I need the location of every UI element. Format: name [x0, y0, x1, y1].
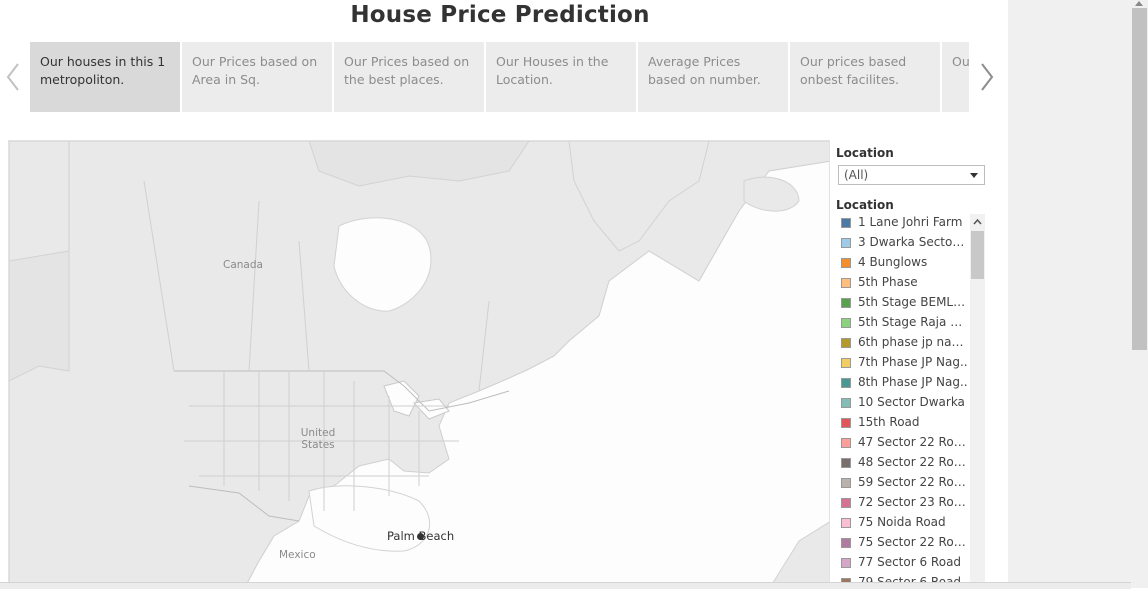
tab-label: Average Prices based on number.: [648, 54, 761, 87]
dashboard-title: House Price Prediction: [350, 2, 650, 28]
legend-item-label: 47 Sector 22 Road: [858, 435, 968, 449]
tab-label: Our Prices based on the best places.: [344, 54, 470, 87]
legend-swatch: [841, 338, 851, 348]
map-view[interactable]: Canada United States Mexico Palm Beach: [8, 140, 830, 588]
legend-swatch: [841, 498, 851, 508]
legend-item-label: 6th phase jp nagar: [858, 335, 968, 349]
legend-item-label: 75 Noida Road: [858, 515, 946, 529]
legend-swatch: [841, 538, 851, 548]
legend-item-label: 72 Sector 23 Road: [858, 495, 968, 509]
legend-item[interactable]: 4 Bunglows: [836, 254, 968, 274]
legend-item-label: 10 Sector Dwarka: [858, 395, 965, 409]
legend-swatch: [841, 558, 851, 568]
tab-label: Our Houses in the Location.: [496, 54, 609, 87]
legend-item-label: 3 Dwarka Sector ..: [858, 235, 968, 249]
legend-item-label: 4 Bunglows: [858, 255, 928, 269]
legend-item-label: 1 Lane Johri Farm: [858, 215, 963, 229]
legend-item[interactable]: 75 Sector 22 Road: [836, 534, 968, 554]
legend-list: 1 Lane Johri Farm 3 Dwarka Sector .. 4 Bun…: [836, 214, 968, 588]
tab-average-prices[interactable]: Average Prices based on number.: [638, 42, 788, 112]
legend-item-label: 77 Sector 6 Road: [858, 555, 962, 569]
legend-swatch: [841, 218, 851, 228]
legend-scroll-thumb[interactable]: [971, 231, 984, 279]
page-scroll-thumb[interactable]: [1132, 8, 1147, 350]
legend-swatch: [841, 418, 851, 428]
legend-swatch: [841, 298, 851, 308]
legend-item[interactable]: 77 Sector 6 Road: [836, 554, 968, 574]
legend-item[interactable]: 72 Sector 23 Road: [836, 494, 968, 514]
legend-swatch: [841, 518, 851, 528]
legend-swatch: [841, 438, 851, 448]
tab-label: Our prices based onbest facilites.: [800, 54, 907, 87]
legend-swatch: [841, 238, 851, 248]
legend-item[interactable]: 5th Stage Raja Ra..: [836, 314, 968, 334]
legend-item[interactable]: 6th phase jp nagar: [836, 334, 968, 354]
chevron-up-icon[interactable]: [1135, 1, 1143, 6]
legend-item[interactable]: 10 Sector Dwarka: [836, 394, 968, 414]
legend-item[interactable]: 5th Stage BEML L..: [836, 294, 968, 314]
tab-prices-area[interactable]: Our Prices based on Area in Sq.: [182, 42, 332, 112]
map-city-label: Palm Beach: [387, 529, 455, 543]
legend-item[interactable]: 48 Sector 22 Road: [836, 454, 968, 474]
page-scrollbar[interactable]: [1131, 0, 1148, 588]
chevron-right-icon[interactable]: [977, 60, 997, 94]
legend-item-label: 48 Sector 22 Road: [858, 455, 968, 469]
legend-item[interactable]: 59 Sector 22 Road: [836, 474, 968, 494]
legend-swatch: [841, 258, 851, 268]
north-america-map: [9, 141, 829, 587]
location-legend: 1 Lane Johri Farm 3 Dwarka Sector .. 4 Bun…: [836, 214, 986, 588]
legend-swatch: [841, 478, 851, 488]
legend-item-label: 59 Sector 22 Road: [858, 475, 968, 489]
legend-swatch: [841, 378, 851, 388]
legend-item[interactable]: 7th Phase JP Nag..: [836, 354, 968, 374]
legend-swatch: [841, 358, 851, 368]
legend-item[interactable]: 15th Road: [836, 414, 968, 434]
map-label-canada: Canada: [223, 259, 263, 271]
legend-swatch: [841, 458, 851, 468]
tab-prices-facilities[interactable]: Our prices based onbest facilites.: [790, 42, 940, 112]
tab-places[interactable]: Our places: [942, 42, 969, 112]
legend-item[interactable]: 8th Phase JP Nag..: [836, 374, 968, 394]
legend-item[interactable]: 47 Sector 22 Road: [836, 434, 968, 454]
tab-label: Our Prices based on Area in Sq.: [192, 54, 318, 87]
legend-item[interactable]: 3 Dwarka Sector ..: [836, 234, 968, 254]
legend-swatch: [841, 398, 851, 408]
filter-title: Location: [836, 146, 894, 160]
legend-scrollbar[interactable]: [970, 214, 985, 588]
tab-label: Our places: [952, 54, 969, 69]
legend-item[interactable]: 1 Lane Johri Farm: [836, 214, 968, 234]
map-label-united-states: United States: [300, 427, 336, 451]
legend-item[interactable]: 5th Phase: [836, 274, 968, 294]
legend-item-label: 7th Phase JP Nag..: [858, 355, 968, 369]
story-tabs: Our houses in this 1 metropoliton. Our P…: [30, 42, 969, 112]
tab-label: Our houses in this 1 metropoliton.: [40, 54, 166, 87]
chevron-down-icon: [970, 173, 978, 178]
legend-item[interactable]: 75 Noida Road: [836, 514, 968, 534]
tab-houses-metropolitan[interactable]: Our houses in this 1 metropoliton.: [30, 42, 180, 112]
legend-title: Location: [836, 198, 894, 212]
legend-item-label: 8th Phase JP Nag..: [858, 375, 968, 389]
chevron-left-icon[interactable]: [3, 60, 23, 94]
legend-item-label: 5th Stage BEML L..: [858, 295, 968, 309]
side-panel: [1008, 0, 1131, 588]
map-label-mexico: Mexico: [279, 549, 316, 561]
legend-item-label: 75 Sector 22 Road: [858, 535, 968, 549]
legend-item-label: 5th Phase: [858, 275, 918, 289]
legend-item-label: 5th Stage Raja Ra..: [858, 315, 968, 329]
legend-swatch: [841, 278, 851, 288]
tab-houses-location[interactable]: Our Houses in the Location.: [486, 42, 636, 112]
legend-swatch: [841, 318, 851, 328]
legend-item-label: 15th Road: [858, 415, 920, 429]
dropdown-value: (All): [844, 168, 869, 182]
tab-prices-best-places[interactable]: Our Prices based on the best places.: [334, 42, 484, 112]
chevron-up-icon[interactable]: [970, 214, 985, 229]
location-filter-dropdown[interactable]: (All): [838, 165, 985, 185]
